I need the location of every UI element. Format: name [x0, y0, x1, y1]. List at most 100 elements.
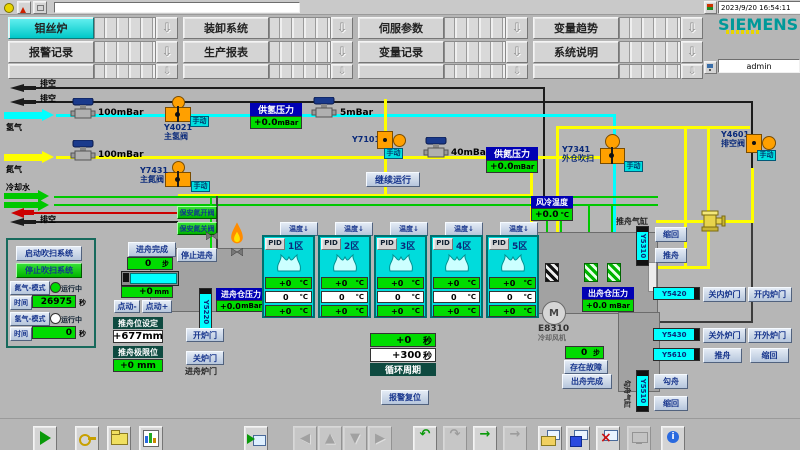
open-window-button[interactable] [107, 426, 131, 450]
zone-sv-input[interactable]: 0 ℃ [265, 291, 312, 303]
menu-quick-buttons[interactable] [94, 17, 156, 39]
push-set-input[interactable]: +677mm [113, 330, 163, 343]
menu-quick-buttons[interactable] [444, 41, 506, 63]
menu-quick-buttons[interactable] [94, 41, 156, 63]
nav-down-button[interactable]: ▼ [343, 426, 367, 450]
nav-back-button[interactable]: ◀ [293, 426, 317, 450]
exit-done-button[interactable]: 出舟完成 [562, 374, 612, 389]
menu-quick-buttons[interactable] [269, 17, 331, 39]
zone-temp-button[interactable]: 温度↓ [500, 222, 538, 236]
valve-y4021[interactable] [165, 106, 191, 122]
delete-button[interactable]: × [596, 426, 620, 450]
pressure-regulator-icon[interactable] [311, 97, 337, 119]
valve-y7341[interactable] [600, 147, 625, 164]
close-inner-door-button[interactable]: 关内炉门 [703, 287, 746, 302]
redo-button[interactable]: ↷ [443, 426, 467, 450]
pressure-regulator-icon[interactable] [423, 137, 449, 159]
menu-servo-button[interactable]: 伺服参数 [358, 17, 444, 39]
open-inner-door-button[interactable]: 开内炉门 [748, 287, 792, 302]
monitor-button[interactable] [627, 426, 651, 450]
cycle-period-input[interactable]: +300 秒 [370, 348, 436, 362]
menu-down-arrow-button[interactable]: ⇩ [681, 64, 703, 79]
purge-stop-button[interactable]: 停止吹扫系统 [16, 263, 82, 278]
menu-trend-button[interactable]: 变量趋势 [533, 17, 619, 39]
open-archive-button[interactable] [538, 426, 562, 450]
open-door-button[interactable]: 开炉门 [186, 328, 224, 342]
jog-plus-button[interactable]: 点动+ [142, 300, 172, 313]
n2-mode-chip[interactable]: 氮气-模式 [10, 281, 50, 295]
valve-mode-badge[interactable]: 手动 [191, 181, 210, 192]
run-button[interactable] [33, 426, 57, 450]
menu-down-arrow-button[interactable]: ⇩ [331, 41, 353, 63]
valve-mode-badge[interactable]: 手动 [624, 161, 643, 172]
menu-blank-button[interactable] [183, 64, 269, 79]
entry-done-button[interactable]: 进舟完成 [128, 242, 176, 257]
menu-down-arrow-button[interactable]: ⇩ [331, 17, 353, 39]
alarm-icon[interactable] [17, 1, 31, 14]
menu-alarmlog-button[interactable]: 报警记录 [8, 41, 94, 63]
zone-sv-input[interactable]: 0 ℃ [321, 291, 368, 303]
undo-button[interactable]: ↶ [413, 426, 437, 450]
menu-quick-buttons[interactable] [619, 17, 681, 39]
window-icon[interactable] [33, 1, 47, 14]
zone-temp-button[interactable]: 温度↓ [445, 222, 483, 236]
y5610-retract-button[interactable]: 缩回 [750, 348, 789, 363]
valve-mode-badge[interactable]: 手动 [757, 150, 776, 161]
y5510-retract-button[interactable]: 缩回 [654, 396, 688, 411]
stop-entry-button[interactable]: 停止进舟 [177, 248, 217, 262]
menu-blank-button[interactable] [358, 64, 444, 79]
menu-down-arrow-button[interactable]: ⇩ [506, 17, 528, 39]
zone-sv-input[interactable]: 0 ℃ [433, 291, 480, 303]
menu-down-arrow-button[interactable]: ⇩ [506, 41, 528, 63]
menu-quick-buttons[interactable] [444, 17, 506, 39]
valve-mode-badge[interactable]: 手动 [384, 148, 403, 159]
save-button[interactable] [566, 426, 590, 450]
close-outer-door-button[interactable]: 关外炉门 [703, 328, 746, 343]
jog-minus-button[interactable]: 点动- [114, 300, 140, 313]
zone-temp-button[interactable]: 温度↓ [390, 222, 428, 236]
menu-quick-buttons[interactable] [269, 41, 331, 63]
menu-down-arrow-button[interactable]: ⇩ [156, 64, 178, 79]
menu-down-arrow-button[interactable]: ⇩ [681, 17, 703, 39]
close-door-button[interactable]: 关炉门 [186, 351, 224, 365]
nav-up-button[interactable]: ▲ [318, 426, 342, 450]
valve-mode-badge[interactable]: 手动 [190, 116, 209, 127]
picture-jump-button[interactable] [244, 426, 268, 450]
valve-y7431[interactable] [165, 171, 191, 187]
menu-loader-button[interactable]: 装卸系统 [183, 17, 269, 39]
valve-y7101[interactable] [377, 131, 393, 149]
purge-start-button[interactable]: 启动吹扫系统 [16, 246, 82, 261]
menu-quick-buttons[interactable] [94, 64, 156, 79]
menu-quick-buttons[interactable] [619, 64, 681, 79]
h2-mode-chip[interactable]: 氢气-模式 [10, 312, 50, 326]
safety-n2-open-button[interactable]: 保安氮开阀 [177, 206, 217, 219]
continue-run-button[interactable]: 继续运行 [366, 172, 420, 187]
menu-quick-buttons[interactable] [269, 64, 331, 79]
menu-blank-button[interactable] [533, 64, 619, 79]
menu-down-arrow-button[interactable]: ⇩ [156, 17, 178, 39]
nav-forward-button[interactable]: ▶ [368, 426, 392, 450]
menu-report-button[interactable]: 生产报表 [183, 41, 269, 63]
export-button[interactable]: → [503, 426, 527, 450]
report-button[interactable] [139, 426, 163, 450]
menu-quick-buttons[interactable] [619, 41, 681, 63]
hook-button[interactable]: 勾舟 [654, 374, 688, 389]
menu-blank-button[interactable] [8, 64, 94, 79]
y5310-retract-button[interactable]: 缩回 [655, 227, 687, 242]
login-key-button[interactable] [75, 426, 99, 450]
logged-user-field[interactable]: admin [718, 59, 800, 73]
menu-sysinfo-button[interactable]: 系统说明 [533, 41, 619, 63]
alarm-reset-button[interactable]: 报警复位 [381, 390, 429, 405]
zone-temp-button[interactable]: 温度↓ [335, 222, 373, 236]
menu-down-arrow-button[interactable]: ⇩ [156, 41, 178, 63]
menu-quick-buttons[interactable] [444, 64, 506, 79]
menu-down-arrow-button[interactable]: ⇩ [681, 41, 703, 63]
menu-furnace-button[interactable]: 钼丝炉 [8, 17, 94, 39]
open-outer-door-button[interactable]: 开外炉门 [748, 328, 792, 343]
menu-taglog-button[interactable]: 变量记录 [358, 41, 444, 63]
y5310-push-button[interactable]: 推舟 [655, 248, 687, 263]
pressure-regulator-icon[interactable] [70, 98, 96, 120]
pressure-regulator-icon[interactable] [70, 140, 96, 162]
import-button[interactable]: → [473, 426, 497, 450]
info-button[interactable]: i [661, 426, 685, 450]
